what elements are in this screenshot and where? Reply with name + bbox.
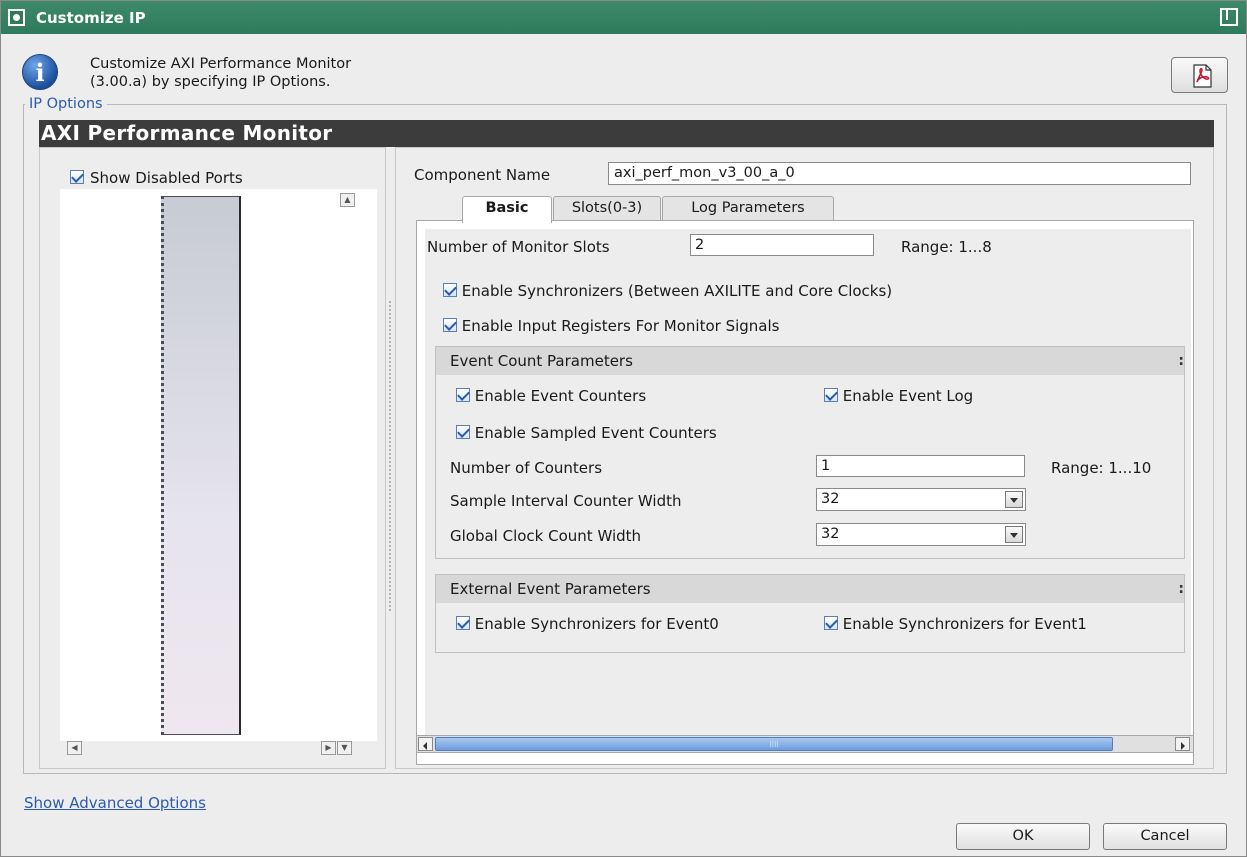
collapse-icon[interactable]: : — [1178, 575, 1184, 603]
scroll-left-icon[interactable] — [418, 737, 433, 751]
monitor-slots-label: Number of Monitor Slots — [427, 238, 610, 256]
sync-event1-label: Enable Synchronizers for Event1 — [842, 615, 1087, 633]
customize-ip-window: Customize IP i Customize AXI Performance… — [0, 0, 1247, 857]
sync-event0-label: Enable Synchronizers for Event0 — [474, 615, 719, 633]
collapse-icon[interactable]: : — [1178, 347, 1184, 375]
external-event-section: External Event Parameters : Enable Synch… — [435, 574, 1185, 653]
number-of-counters-label: Number of Counters — [450, 459, 603, 477]
checkbox-checked-icon[interactable] — [824, 616, 838, 630]
title-bar[interactable]: Customize IP — [1, 1, 1246, 34]
enable-event-counters-label: Enable Event Counters — [474, 387, 647, 405]
symbol-panel: Show Disabled Ports ▲ ◀ ▶ ▼ — [39, 147, 386, 769]
tab-slots[interactable]: Slots(0-3) — [553, 196, 661, 221]
enable-event-counters-checkbox[interactable]: Enable Event Counters — [456, 387, 646, 405]
component-name-label: Component Name — [414, 166, 551, 184]
enable-event-log-label: Enable Event Log — [842, 387, 974, 405]
global-clock-width-value: 32 — [821, 526, 840, 542]
show-disabled-ports-label: Show Disabled Ports — [90, 169, 243, 187]
enable-sampled-event-counters-label: Enable Sampled Event Counters — [474, 424, 717, 442]
panel-splitter[interactable] — [389, 301, 392, 611]
scroll-right-icon[interactable]: ▶ — [321, 741, 336, 755]
enable-input-registers-label: Enable Input Registers For Monitor Signa… — [461, 317, 780, 335]
event-count-title: Event Count Parameters — [450, 352, 633, 370]
ip-options-label: IP Options — [25, 96, 107, 112]
sync-event0-checkbox[interactable]: Enable Synchronizers for Event0 — [456, 615, 719, 633]
checkbox-checked-icon[interactable] — [456, 616, 470, 630]
tab-basic[interactable]: Basic — [462, 196, 552, 223]
maximize-icon[interactable] — [1220, 8, 1238, 26]
enable-sampled-event-counters-checkbox[interactable]: Enable Sampled Event Counters — [456, 424, 717, 442]
checkbox-checked-icon[interactable] — [443, 318, 457, 332]
enable-event-log-checkbox[interactable]: Enable Event Log — [824, 387, 973, 405]
basic-tab-scroll-area: Number of Monitor Slots 2 Range: 1...8 E… — [425, 229, 1191, 744]
show-advanced-options-link[interactable]: Show Advanced Options — [24, 794, 206, 812]
scroll-up-icon[interactable]: ▲ — [340, 193, 355, 207]
sample-interval-width-select[interactable]: 32 — [816, 488, 1026, 511]
ip-symbol-canvas[interactable]: ▲ — [60, 189, 377, 741]
checkbox-checked-icon[interactable] — [443, 283, 457, 297]
header-description: Customize AXI Performance Monitor (3.00.… — [90, 55, 590, 91]
chevron-down-icon[interactable] — [1005, 491, 1023, 508]
scroll-down-icon[interactable]: ▼ — [337, 741, 352, 755]
enable-input-registers-checkbox[interactable]: Enable Input Registers For Monitor Signa… — [443, 317, 779, 335]
scroll-right-icon[interactable] — [1175, 737, 1190, 751]
tab-log-parameters[interactable]: Log Parameters — [662, 196, 834, 221]
header-line-1: Customize AXI Performance Monitor — [90, 56, 352, 72]
horizontal-scrollbar[interactable]: IIII — [416, 735, 1194, 753]
checkbox-checked-icon[interactable] — [70, 170, 84, 184]
scroll-left-icon[interactable]: ◀ — [67, 741, 82, 755]
monitor-slots-range: Range: 1...8 — [901, 238, 992, 256]
header-line-2: (3.00.a) by specifying IP Options. — [90, 74, 331, 90]
component-name-input[interactable]: axi_perf_mon_v3_00_a_0 — [608, 162, 1191, 185]
checkbox-checked-icon[interactable] — [456, 425, 470, 439]
ip-symbol-block — [161, 196, 241, 735]
scroll-thumb[interactable]: IIII — [435, 737, 1113, 751]
cancel-button[interactable]: Cancel — [1103, 823, 1227, 850]
monitor-slots-input[interactable]: 2 — [690, 234, 874, 256]
global-clock-width-select[interactable]: 32 — [816, 523, 1026, 546]
show-disabled-ports-checkbox[interactable]: Show Disabled Ports — [70, 169, 243, 187]
global-clock-width-label: Global Clock Count Width — [450, 527, 642, 545]
info-icon: i — [22, 54, 58, 90]
pdf-icon — [1193, 64, 1212, 88]
sample-interval-width-label: Sample Interval Counter Width — [450, 492, 682, 510]
pdf-documentation-button[interactable] — [1171, 57, 1228, 93]
window-icon[interactable] — [8, 9, 25, 26]
checkbox-checked-icon[interactable] — [824, 388, 838, 402]
checkbox-checked-icon[interactable] — [456, 388, 470, 402]
enable-synchronizers-checkbox[interactable]: Enable Synchronizers (Between AXILITE an… — [443, 282, 892, 300]
number-of-counters-range: Range: 1...10 — [1051, 459, 1152, 477]
external-event-header[interactable]: External Event Parameters : — [436, 575, 1184, 603]
ip-banner: AXI Performance Monitor — [39, 120, 1214, 147]
number-of-counters-input[interactable]: 1 — [816, 455, 1025, 477]
sample-interval-width-value: 32 — [821, 491, 840, 507]
event-count-section: Event Count Parameters : Enable Event Co… — [435, 346, 1185, 559]
enable-synchronizers-label: Enable Synchronizers (Between AXILITE an… — [461, 282, 893, 300]
event-count-header[interactable]: Event Count Parameters : — [436, 347, 1184, 375]
basic-tab-content: Number of Monitor Slots 2 Range: 1...8 E… — [416, 220, 1194, 765]
external-event-title: External Event Parameters — [450, 580, 651, 598]
parameters-panel: Component Name axi_perf_mon_v3_00_a_0 Ba… — [395, 147, 1214, 769]
ok-button[interactable]: OK — [956, 823, 1090, 850]
sync-event1-checkbox[interactable]: Enable Synchronizers for Event1 — [824, 615, 1087, 633]
chevron-down-icon[interactable] — [1005, 526, 1023, 543]
window-title: Customize IP — [36, 9, 146, 27]
